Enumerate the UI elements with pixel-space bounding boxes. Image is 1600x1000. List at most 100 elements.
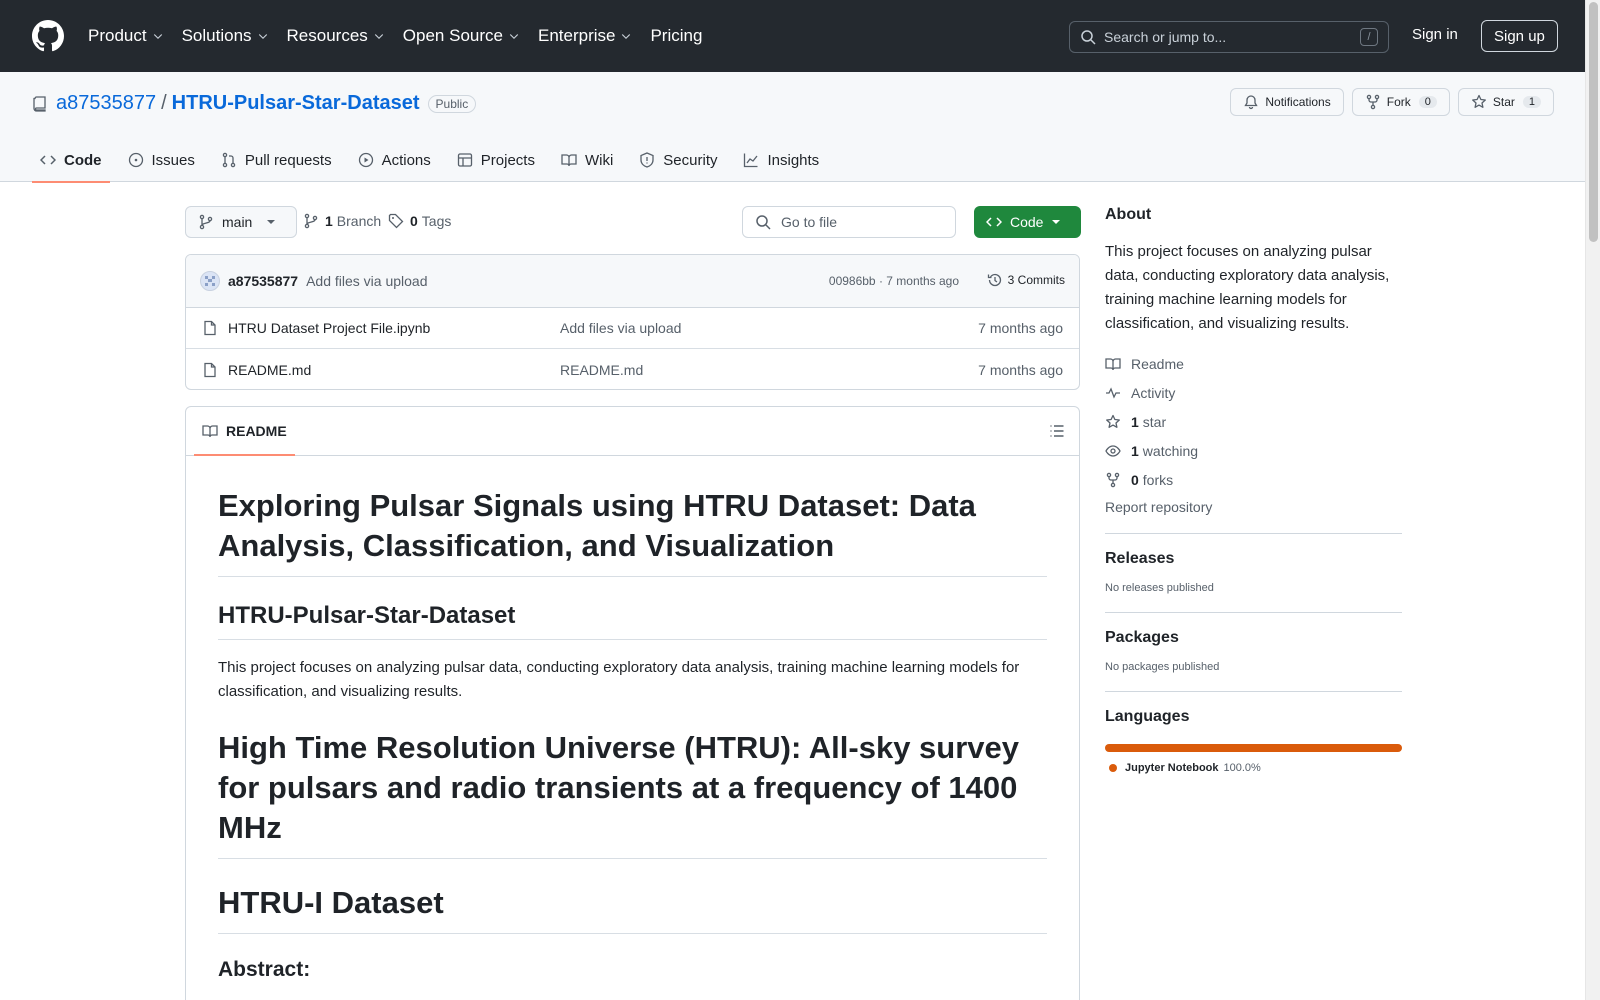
go-to-file-input[interactable]: Go to file bbox=[742, 206, 956, 238]
code-icon bbox=[40, 155, 56, 165]
releases-heading[interactable]: Releases bbox=[1105, 550, 1402, 568]
eye-icon bbox=[1105, 444, 1121, 457]
book-icon bbox=[202, 425, 218, 438]
file-time: 7 months ago bbox=[978, 361, 1063, 378]
go-to-file-placeholder: Go to file bbox=[781, 214, 838, 230]
code-dropdown-button[interactable]: Code bbox=[974, 206, 1081, 238]
tab-issues[interactable]: Issues bbox=[120, 138, 203, 182]
forks-link[interactable]: 0 forks bbox=[1105, 470, 1402, 489]
search-icon bbox=[1081, 30, 1096, 45]
repo-actions: Notifications Fork 0 Star 1 bbox=[1230, 88, 1554, 116]
visibility-badge: Public bbox=[427, 94, 477, 113]
stars-count: 1 bbox=[1131, 413, 1139, 430]
watchers-link[interactable]: 1 watching bbox=[1105, 441, 1402, 460]
chevron-down-icon bbox=[258, 34, 267, 40]
tab-projects[interactable]: Projects bbox=[449, 138, 543, 182]
commit-author-link[interactable]: a87535877 bbox=[228, 273, 298, 289]
nav-product[interactable]: Product bbox=[88, 26, 164, 46]
avatar[interactable] bbox=[200, 271, 220, 291]
chevron-down-icon bbox=[509, 34, 519, 40]
nav-solutions[interactable]: Solutions bbox=[182, 26, 269, 46]
star-button[interactable]: Star 1 bbox=[1457, 88, 1554, 116]
chevron-down-icon bbox=[622, 34, 631, 40]
book-icon bbox=[561, 154, 577, 167]
nav-label: Resources bbox=[286, 26, 368, 45]
global-search-input[interactable]: Search or jump to... / bbox=[1069, 21, 1389, 53]
report-repository-link[interactable]: Report repository bbox=[1105, 499, 1402, 515]
repo-icon bbox=[33, 95, 46, 112]
fork-button[interactable]: Fork 0 bbox=[1351, 88, 1450, 116]
tab-actions[interactable]: Actions bbox=[350, 138, 439, 182]
sign-up-button[interactable]: Sign up bbox=[1481, 20, 1558, 52]
shield-icon bbox=[640, 152, 654, 168]
repo-title: a87535877 / HTRU-Pulsar-Star-Dataset Pub… bbox=[32, 92, 477, 115]
branches-link[interactable]: 1 Branch bbox=[303, 213, 381, 229]
code-icon bbox=[986, 217, 1002, 227]
tag-label: Tags bbox=[421, 213, 452, 229]
scrollbar-thumb[interactable] bbox=[1589, 2, 1598, 242]
branch-icon bbox=[199, 214, 213, 230]
tab-wiki[interactable]: Wiki bbox=[553, 138, 621, 182]
file-name-link[interactable]: README.md bbox=[228, 362, 311, 378]
sign-in-link[interactable]: Sign in bbox=[1412, 26, 1458, 43]
packages-empty-text: No packages published bbox=[1105, 661, 1220, 673]
branch-count: 1 bbox=[325, 213, 333, 229]
repo-name-link[interactable]: HTRU-Pulsar-Star-Dataset bbox=[172, 92, 420, 115]
page-scrollbar[interactable] bbox=[1585, 0, 1600, 1000]
branch-selector[interactable]: main bbox=[185, 206, 298, 238]
readme-content: Exploring Pulsar Signals using HTRU Data… bbox=[186, 486, 1079, 982]
readme-paragraph: This project focuses on analyzing pulsar… bbox=[218, 659, 1020, 700]
nav-open-source[interactable]: Open Source bbox=[403, 26, 520, 46]
nav-resources[interactable]: Resources bbox=[287, 26, 385, 46]
nav-enterprise[interactable]: Enterprise bbox=[538, 26, 632, 46]
repo-header: a87535877 / HTRU-Pulsar-Star-Dataset Pub… bbox=[0, 72, 1600, 183]
tags-link[interactable]: 0 Tags bbox=[388, 213, 451, 229]
tag-count: 0 bbox=[410, 213, 418, 229]
nav-pricing[interactable]: Pricing bbox=[650, 26, 702, 46]
search-icon bbox=[756, 215, 771, 230]
file-listing: a87535877 Add files via upload 00986bb ·… bbox=[185, 254, 1080, 390]
file-commit-message[interactable]: Add files via upload bbox=[560, 320, 681, 336]
about-description: This project focuses on analyzing pulsar… bbox=[1105, 243, 1390, 332]
issue-icon bbox=[128, 152, 143, 168]
tab-insights[interactable]: Insights bbox=[735, 138, 827, 182]
tab-pull-requests[interactable]: Pull requests bbox=[213, 138, 340, 182]
readme-tab[interactable]: README bbox=[194, 407, 295, 456]
languages-heading: Languages bbox=[1105, 708, 1190, 725]
nav-label: Enterprise bbox=[537, 26, 616, 45]
activity-link[interactable]: Activity bbox=[1105, 383, 1402, 402]
commit-message-link[interactable]: Add files via upload bbox=[306, 273, 427, 289]
global-header: Product Solutions Resources Open Source … bbox=[0, 0, 1600, 72]
stars-link[interactable]: 1 star bbox=[1105, 412, 1402, 431]
commits-history-link[interactable]: 3 Commits bbox=[987, 272, 1065, 288]
forks-count: 0 bbox=[1131, 471, 1139, 488]
github-logo-icon[interactable] bbox=[32, 20, 64, 52]
sidebar-divider bbox=[1105, 612, 1402, 613]
notifications-label: Notifications bbox=[1265, 95, 1331, 109]
tab-label: Wiki bbox=[584, 151, 614, 169]
file-row[interactable]: README.md README.md 7 months ago bbox=[186, 349, 1079, 389]
notifications-button[interactable]: Notifications bbox=[1230, 88, 1344, 116]
file-name-link[interactable]: HTRU Dataset Project File.ipynb bbox=[228, 320, 430, 336]
language-item[interactable]: Jupyter Notebook 100.0% bbox=[1105, 762, 1402, 774]
file-row[interactable]: HTRU Dataset Project File.ipynb Add file… bbox=[186, 308, 1079, 349]
packages-heading[interactable]: Packages bbox=[1105, 629, 1402, 647]
tab-code[interactable]: Code bbox=[32, 138, 110, 183]
repo-owner-link[interactable]: a87535877 bbox=[56, 92, 156, 115]
play-icon bbox=[358, 152, 373, 168]
readme-tabbar: README bbox=[186, 407, 1079, 456]
file-commit-message[interactable]: README.md bbox=[560, 362, 643, 378]
bell-icon bbox=[1244, 95, 1259, 110]
repo-tabs: Code Issues Pull requests Actions Projec… bbox=[32, 138, 837, 183]
repo-sidebar: About This project focuses on analyzing … bbox=[1105, 206, 1402, 774]
tab-security[interactable]: Security bbox=[631, 138, 725, 182]
readme-link[interactable]: Readme bbox=[1105, 354, 1402, 373]
fork-icon bbox=[1366, 94, 1379, 110]
nav-label: Solutions bbox=[181, 26, 252, 45]
file-toolbar: main 1 Branch 0 Tags Go to file Code bbox=[185, 206, 1081, 238]
pulse-icon bbox=[1106, 386, 1120, 399]
star-icon bbox=[1471, 94, 1486, 108]
list-outline-icon[interactable] bbox=[1049, 423, 1065, 439]
commit-hash-time[interactable]: 00986bb · 7 months ago bbox=[829, 274, 959, 288]
tab-label: Security bbox=[663, 151, 718, 169]
